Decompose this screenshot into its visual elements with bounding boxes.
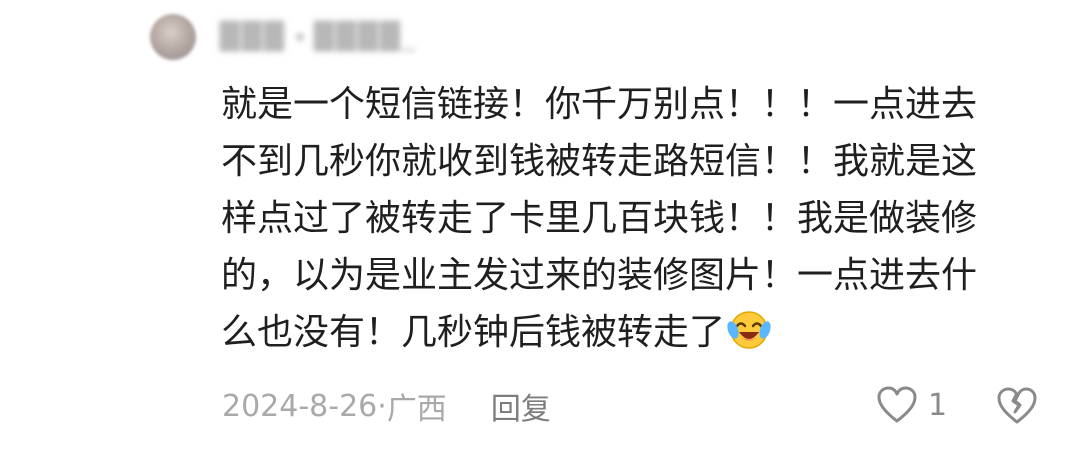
broken-heart-icon[interactable] <box>996 384 1038 426</box>
comment-date: 2024-8-26 <box>222 388 378 424</box>
avatar[interactable] <box>150 14 196 60</box>
comment-line: 样点过了被转走了卡里几百块钱！！我是做装修 <box>221 198 978 239</box>
comment-line: 的，以为是业主发过来的装修图片！一点进去什 <box>221 255 978 296</box>
like-button[interactable]: 1 <box>876 384 947 426</box>
comment-line: 就是一个短信链接！你千万别点！！！一点进去 <box>221 84 978 125</box>
laughing-crying-face-icon <box>727 311 771 349</box>
author-tag: ████_ <box>314 22 417 52</box>
separator-dot-icon <box>296 33 304 41</box>
like-count: 1 <box>928 387 948 423</box>
author-line[interactable]: ███ ████_ <box>220 22 417 52</box>
comment-meta: 2024-8-26 · 广西 回复 <box>222 384 551 428</box>
comment-line: 么也没有！几秒钟后钱被转走了 <box>221 312 726 353</box>
meta-separator: · <box>377 388 387 424</box>
reply-button[interactable]: 回复 <box>491 384 551 428</box>
comment-location: 广西 <box>386 392 447 427</box>
comment-text: 就是一个短信链接！你千万别点！！！一点进去 不到几秒你就收到钱被转走路短信！！我… <box>221 76 1041 361</box>
comment-line: 不到几秒你就收到钱被转走路短信！！我就是这 <box>221 141 978 182</box>
author-name[interactable]: ███ <box>220 22 286 52</box>
heart-icon[interactable] <box>876 386 918 424</box>
comment-last-line: 么也没有！几秒钟后钱被转走了 <box>221 304 1041 361</box>
